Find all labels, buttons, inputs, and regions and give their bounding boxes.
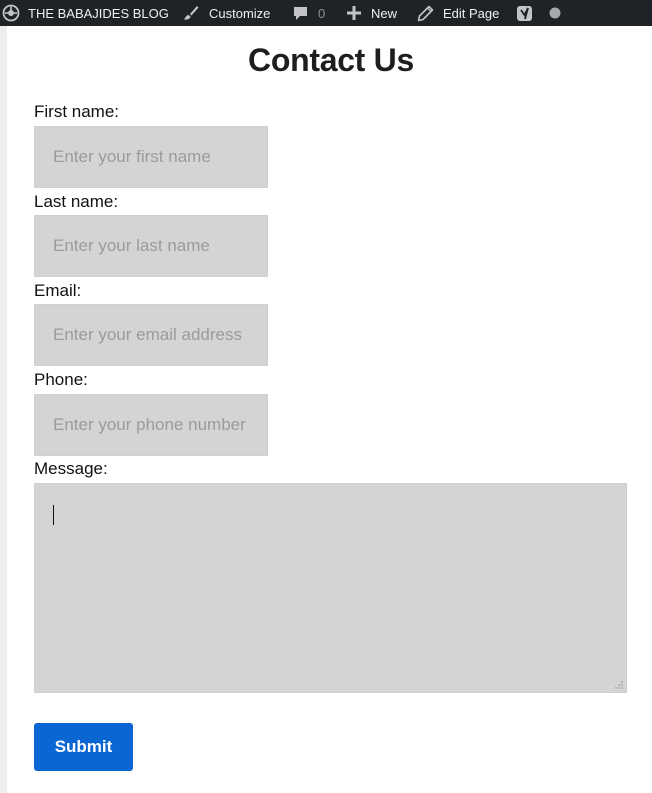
phone-label: Phone:	[34, 370, 88, 389]
phone-input[interactable]	[34, 394, 268, 456]
email-label: Email:	[34, 281, 82, 300]
edit-page-link[interactable]: Edit Page	[417, 0, 499, 26]
resize-grip-icon[interactable]	[615, 681, 623, 689]
customize-link[interactable]: Customize	[182, 0, 270, 26]
brush-icon	[182, 4, 200, 22]
edit-page-label: Edit Page	[443, 5, 500, 21]
customize-label: Customize	[209, 5, 271, 21]
message-textarea[interactable]	[34, 483, 627, 693]
plus-icon	[346, 5, 362, 21]
dashboard-icon	[2, 4, 20, 22]
site-name-label: THE BABAJIDES BLOG	[28, 5, 169, 21]
page-title: Contact Us	[248, 42, 414, 78]
submit-button[interactable]: Submit	[34, 723, 133, 771]
site-name-menu[interactable]: THE BABAJIDES BLOG	[2, 0, 169, 26]
yoast-icon	[516, 4, 535, 23]
email-input[interactable]	[34, 304, 268, 366]
comments-link[interactable]: 0	[292, 0, 325, 26]
yoast-seo-menu[interactable]	[516, 0, 535, 26]
status-dot-icon	[549, 7, 561, 19]
first-name-input[interactable]	[34, 126, 268, 188]
text-caret	[53, 505, 54, 525]
pencil-icon	[417, 5, 434, 22]
new-content-menu[interactable]: New	[346, 0, 397, 26]
admin-bar: THE BABAJIDES BLOG Customize 0 New Edit …	[0, 0, 652, 26]
last-name-label: Last name:	[34, 192, 119, 211]
left-edge-rail	[0, 26, 7, 793]
status-indicator[interactable]	[549, 0, 561, 26]
message-label: Message:	[34, 459, 108, 478]
comments-count: 0	[318, 5, 326, 21]
new-label: New	[371, 5, 398, 21]
last-name-input[interactable]	[34, 215, 268, 277]
comment-icon	[292, 5, 309, 22]
first-name-label: First name:	[34, 102, 120, 121]
